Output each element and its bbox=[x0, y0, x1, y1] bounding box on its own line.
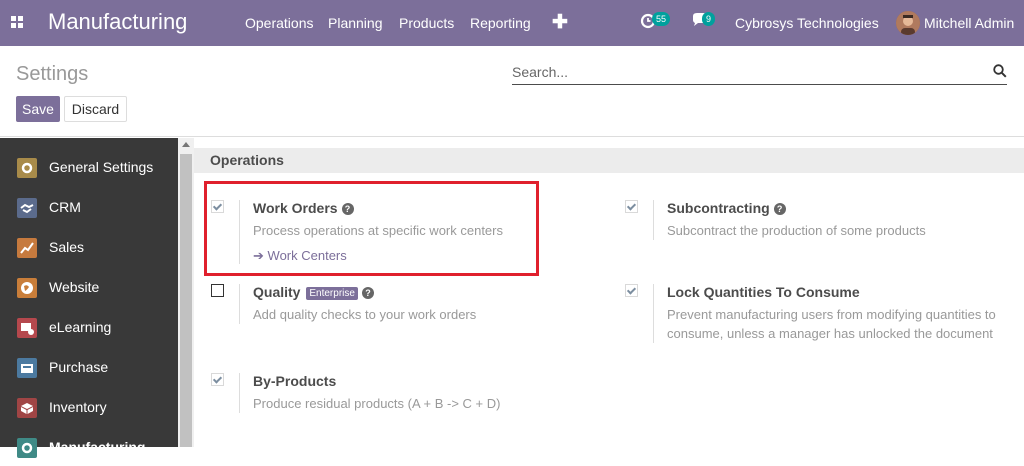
scrollbar-thumb[interactable] bbox=[180, 154, 192, 447]
sidebar-item-manufacturing[interactable]: Manufacturing bbox=[0, 426, 178, 466]
elearning-icon bbox=[17, 318, 37, 338]
sidebar-item-label: Manufacturing bbox=[49, 439, 146, 455]
handshake-icon bbox=[17, 198, 37, 218]
sidebar-item-crm[interactable]: CRM bbox=[0, 186, 178, 226]
top-navbar: Manufacturing Operations Planning Produc… bbox=[0, 0, 1024, 46]
sidebar-item-website[interactable]: Website bbox=[0, 266, 178, 306]
menu-planning[interactable]: Planning bbox=[328, 15, 383, 31]
sidebar-item-label: General Settings bbox=[49, 159, 154, 175]
lock-quantities-checkbox[interactable] bbox=[625, 284, 638, 297]
user-menu[interactable]: Mitchell Admin bbox=[924, 15, 1014, 31]
setting-description: Subcontract the production of some produ… bbox=[667, 223, 926, 238]
globe-icon bbox=[17, 278, 37, 298]
sidebar-item-inventory[interactable]: Inventory bbox=[0, 386, 178, 426]
sidebar-item-label: Purchase bbox=[49, 359, 109, 375]
setting-name: Quality bbox=[253, 284, 301, 300]
enterprise-badge: Enterprise bbox=[306, 287, 358, 300]
description-line: Prevent manufacturing users from modifyi… bbox=[667, 307, 996, 322]
setting-body: Quality Enterprise? Add quality checks t… bbox=[239, 284, 539, 324]
sidebar-item-elearning[interactable]: eLearning bbox=[0, 306, 178, 346]
search-bar bbox=[512, 61, 1007, 85]
add-menu-icon[interactable]: ✚ bbox=[552, 11, 568, 34]
section-header: Operations bbox=[194, 148, 1024, 173]
sidebar-item-label: Sales bbox=[49, 239, 85, 255]
message-count-badge: 9 bbox=[702, 12, 716, 26]
settings-sidebar: General Settings CRM Sales Website eLear… bbox=[0, 138, 178, 458]
sidebar-item-label: eLearning bbox=[49, 319, 112, 335]
description-line: consume, unless a manager has unlocked t… bbox=[667, 326, 993, 341]
box-icon bbox=[17, 398, 37, 418]
menu-products[interactable]: Products bbox=[399, 15, 454, 31]
menu-reporting[interactable]: Reporting bbox=[470, 15, 531, 31]
setting-description: Add quality checks to your work orders bbox=[253, 307, 477, 322]
sidebar-item-label: Website bbox=[49, 279, 100, 295]
company-switcher[interactable]: Cybrosys Technologies bbox=[735, 15, 879, 31]
gear-icon bbox=[17, 158, 37, 178]
scroll-up-icon[interactable] bbox=[182, 142, 190, 147]
setting-name: Subcontracting bbox=[667, 200, 770, 216]
purchase-icon bbox=[17, 358, 37, 378]
setting-body: By-Products Produce residual products (A… bbox=[239, 373, 539, 413]
setting-body: Lock Quantities To Consume Prevent manuf… bbox=[653, 284, 1023, 343]
sidebar-item-label: Inventory bbox=[49, 399, 107, 415]
by-products-checkbox[interactable] bbox=[211, 373, 224, 386]
search-icon[interactable] bbox=[993, 64, 1007, 78]
sidebar-item-label: CRM bbox=[49, 199, 81, 215]
save-button[interactable]: Save bbox=[16, 96, 60, 122]
manufacturing-icon bbox=[17, 438, 37, 458]
subcontracting-checkbox[interactable] bbox=[625, 200, 638, 213]
user-avatar[interactable] bbox=[896, 11, 920, 35]
search-input[interactable] bbox=[512, 61, 972, 83]
highlight-box bbox=[204, 181, 539, 276]
sidebar-item-general-settings[interactable]: General Settings bbox=[0, 146, 178, 186]
setting-description: Prevent manufacturing users from modifyi… bbox=[667, 305, 1023, 343]
help-icon[interactable]: ? bbox=[773, 203, 786, 215]
setting-name: By-Products bbox=[253, 373, 337, 389]
apps-menu-icon[interactable] bbox=[11, 16, 23, 28]
setting-description: Produce residual products (A + B -> C + … bbox=[253, 396, 501, 411]
discard-button[interactable]: Discard bbox=[64, 96, 127, 122]
help-icon[interactable]: ? bbox=[361, 287, 374, 299]
quality-checkbox[interactable] bbox=[211, 284, 224, 297]
section-title: Operations bbox=[210, 152, 284, 168]
page-title: Settings bbox=[16, 63, 89, 85]
activity-count-badge: 55 bbox=[652, 12, 671, 26]
sidebar-item-purchase[interactable]: Purchase bbox=[0, 346, 178, 386]
sidebar-item-sales[interactable]: Sales bbox=[0, 226, 178, 266]
control-panel: Settings Save Discard bbox=[0, 46, 1024, 137]
app-title[interactable]: Manufacturing bbox=[48, 9, 187, 35]
menu-operations[interactable]: Operations bbox=[245, 15, 313, 31]
chart-icon bbox=[17, 238, 37, 258]
sidebar-scrollbar[interactable] bbox=[178, 138, 194, 447]
setting-body: Subcontracting? Subcontract the producti… bbox=[653, 200, 1013, 240]
setting-name: Lock Quantities To Consume bbox=[667, 284, 860, 300]
